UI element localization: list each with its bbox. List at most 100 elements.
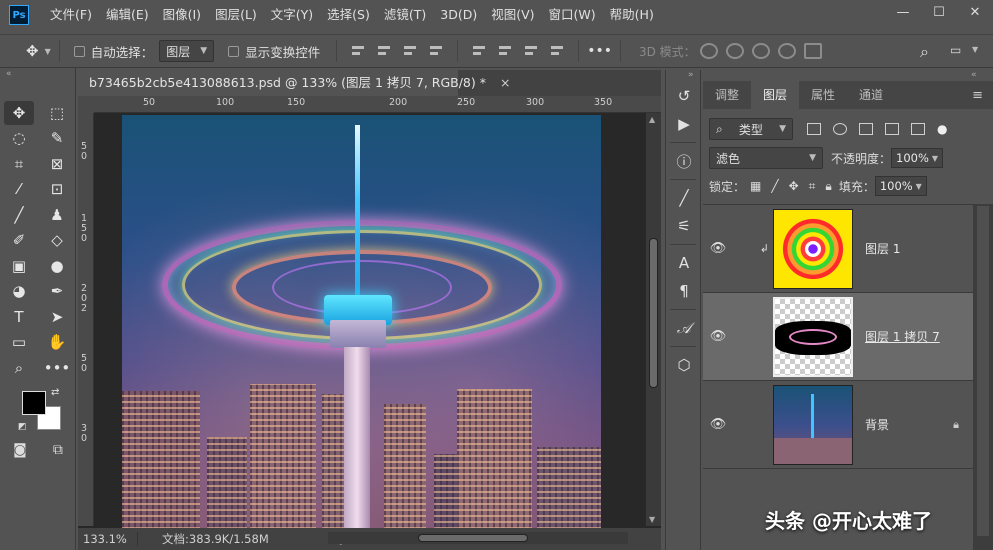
gradient-tool[interactable]: ▣ [0, 253, 38, 279]
menu-image[interactable]: 图像(I) [156, 0, 208, 30]
zoom-level[interactable]: 133.1% [78, 532, 138, 546]
layer-row[interactable]: 👁︎ ↲ 图层 1 [703, 205, 973, 293]
3d-orbit-icon[interactable] [699, 43, 718, 59]
swap-colors-icon[interactable]: ⇄ [51, 387, 59, 398]
lock-image-icon[interactable]: ╱ [771, 179, 778, 193]
menu-help[interactable]: 帮助(H) [603, 0, 661, 30]
align-left-icon[interactable] [350, 44, 366, 58]
lasso-tool[interactable]: ◌ [0, 126, 38, 152]
scroll-down-icon[interactable]: ▼ [649, 515, 655, 524]
type-tool[interactable]: T [0, 304, 38, 330]
layer-name[interactable]: 背景 [865, 416, 889, 433]
path-select-tool[interactable]: ➤ [38, 304, 76, 330]
horizontal-ruler[interactable]: 50 100 150 200 250 300 350 [94, 96, 661, 113]
tab-channels[interactable]: 通道 [847, 81, 895, 109]
scroll-thumb[interactable] [977, 206, 989, 536]
visibility-eye-icon[interactable]: 👁︎ [703, 329, 733, 344]
glyphs-icon[interactable]: 𝒜 [666, 314, 702, 342]
vertical-scrollbar[interactable]: ▲ ▼ [646, 113, 661, 526]
align-bottom-icon[interactable] [523, 44, 539, 58]
panel-grip-icon[interactable]: « [971, 70, 977, 80]
workspace-chevron-icon[interactable]: ▼ [972, 45, 978, 54]
lock-artboard-icon[interactable]: ⌗ [809, 179, 816, 194]
panel-grip-icon[interactable]: « [0, 68, 75, 80]
character-icon[interactable]: A [666, 249, 702, 277]
filter-toggle-icon[interactable]: ● [937, 122, 947, 136]
actions-play-icon[interactable]: ▶ [666, 110, 702, 138]
3d-roll-icon[interactable] [725, 43, 744, 59]
vertical-ruler[interactable]: 5 0 1 5 0 2 0 2 5 0 3 0 [78, 113, 94, 526]
align-top-icon[interactable] [471, 44, 487, 58]
info-icon[interactable]: ⓘ [666, 147, 702, 175]
scroll-thumb[interactable] [418, 534, 528, 542]
layer-name[interactable]: 图层 1 [865, 240, 900, 257]
lock-position-icon[interactable]: ✥ [789, 179, 799, 193]
show-transform-checkbox[interactable] [228, 45, 240, 57]
stamp-tool[interactable]: ♟ [38, 202, 76, 228]
align-hcenter-icon[interactable] [376, 44, 392, 58]
quick-select-tool[interactable]: ✎ [38, 126, 76, 152]
filter-pixel-icon[interactable] [807, 123, 821, 135]
hand-tool[interactable]: ✋ [38, 330, 76, 356]
scroll-thumb[interactable] [649, 238, 658, 388]
align-right-icon[interactable] [402, 44, 418, 58]
default-colors-icon[interactable]: ◩ [18, 422, 27, 432]
menu-select[interactable]: 选择(S) [320, 0, 377, 30]
eyedropper-tool[interactable]: ⁄ [0, 177, 38, 203]
menu-file[interactable]: 文件(F) [43, 0, 99, 30]
layers-scrollbar[interactable] [973, 204, 993, 550]
filter-smartobject-icon[interactable] [911, 123, 925, 135]
object-select-tool[interactable]: ⊡ [38, 177, 76, 203]
document-tab[interactable]: b73465b2cb5e413088613.psd @ 133% (图层 1 拷… [78, 70, 510, 96]
crop-tool[interactable]: ⌗ [0, 151, 38, 177]
auto-select-dropdown[interactable]: 图层 ▼ [159, 40, 215, 62]
move-tool-icon[interactable]: ✥ [26, 42, 39, 60]
visibility-eye-icon[interactable]: 👁︎ [703, 241, 733, 256]
scroll-up-icon[interactable]: ▲ [649, 115, 655, 124]
menu-window[interactable]: 窗口(W) [542, 0, 603, 30]
3d-cube-icon[interactable]: ⬡ [666, 351, 702, 379]
menu-3d[interactable]: 3D(D) [433, 0, 484, 30]
menu-type[interactable]: 文字(Y) [264, 0, 320, 30]
lock-all-icon[interactable]: 🔒︎ [825, 179, 831, 194]
move-tool[interactable]: ✥ [4, 101, 34, 125]
layer-name[interactable]: 图层 1 拷贝 7 [865, 328, 940, 345]
brush-settings-icon[interactable]: ╱ [666, 184, 702, 212]
zoom-tool[interactable]: ⌕ [0, 355, 38, 381]
3d-pan-icon[interactable] [751, 43, 770, 59]
panel-grip-icon[interactable]: » [666, 70, 700, 82]
marquee-tool[interactable]: ⬚ [38, 100, 76, 126]
maximize-button[interactable]: ☐ [921, 0, 957, 24]
tab-adjustments[interactable]: 调整 [703, 81, 751, 109]
filter-type-icon[interactable] [859, 123, 873, 135]
blur-tool[interactable]: ● [38, 253, 76, 279]
3d-slide-icon[interactable] [777, 43, 796, 59]
layer-lock-icon[interactable]: 🔒︎ [953, 418, 959, 432]
menu-filter[interactable]: 滤镜(T) [377, 0, 433, 30]
edit-toolbar-button[interactable]: ••• [38, 355, 76, 381]
eraser-tool[interactable]: ◇ [38, 228, 76, 254]
search-icon[interactable]: ⌕ [920, 42, 929, 62]
blend-mode-dropdown[interactable]: 滤色 ▼ [709, 147, 823, 169]
distribute-vertical-icon[interactable] [549, 44, 565, 58]
3d-camera-icon[interactable] [803, 43, 822, 59]
menu-edit[interactable]: 编辑(E) [99, 0, 156, 30]
horizontal-scrollbar[interactable] [328, 532, 628, 544]
dodge-tool[interactable]: ◕ [0, 279, 38, 305]
chevron-down-icon[interactable]: ▼ [916, 182, 922, 191]
close-button[interactable]: ✕ [957, 0, 993, 24]
brush-tool[interactable]: ╱ [0, 202, 38, 228]
menu-view[interactable]: 视图(V) [484, 0, 541, 30]
menu-layer[interactable]: 图层(L) [208, 0, 264, 30]
close-tab-icon[interactable]: × [500, 75, 510, 90]
filter-kind-dropdown[interactable]: ⌕ 类型 ▼ [709, 118, 793, 140]
canvas-image[interactable] [122, 115, 601, 529]
filter-shape-icon[interactable] [885, 123, 899, 135]
foreground-color-swatch[interactable] [22, 391, 46, 415]
tab-layers[interactable]: 图层 [751, 81, 800, 109]
screen-mode-icon[interactable]: ⧉ [53, 442, 63, 458]
rectangle-tool[interactable]: ▭ [0, 330, 38, 356]
align-vcenter-icon[interactable] [497, 44, 513, 58]
layer-row[interactable]: 👁︎ 背景 🔒︎ [703, 381, 973, 469]
frame-tool[interactable]: ⊠ [38, 151, 76, 177]
